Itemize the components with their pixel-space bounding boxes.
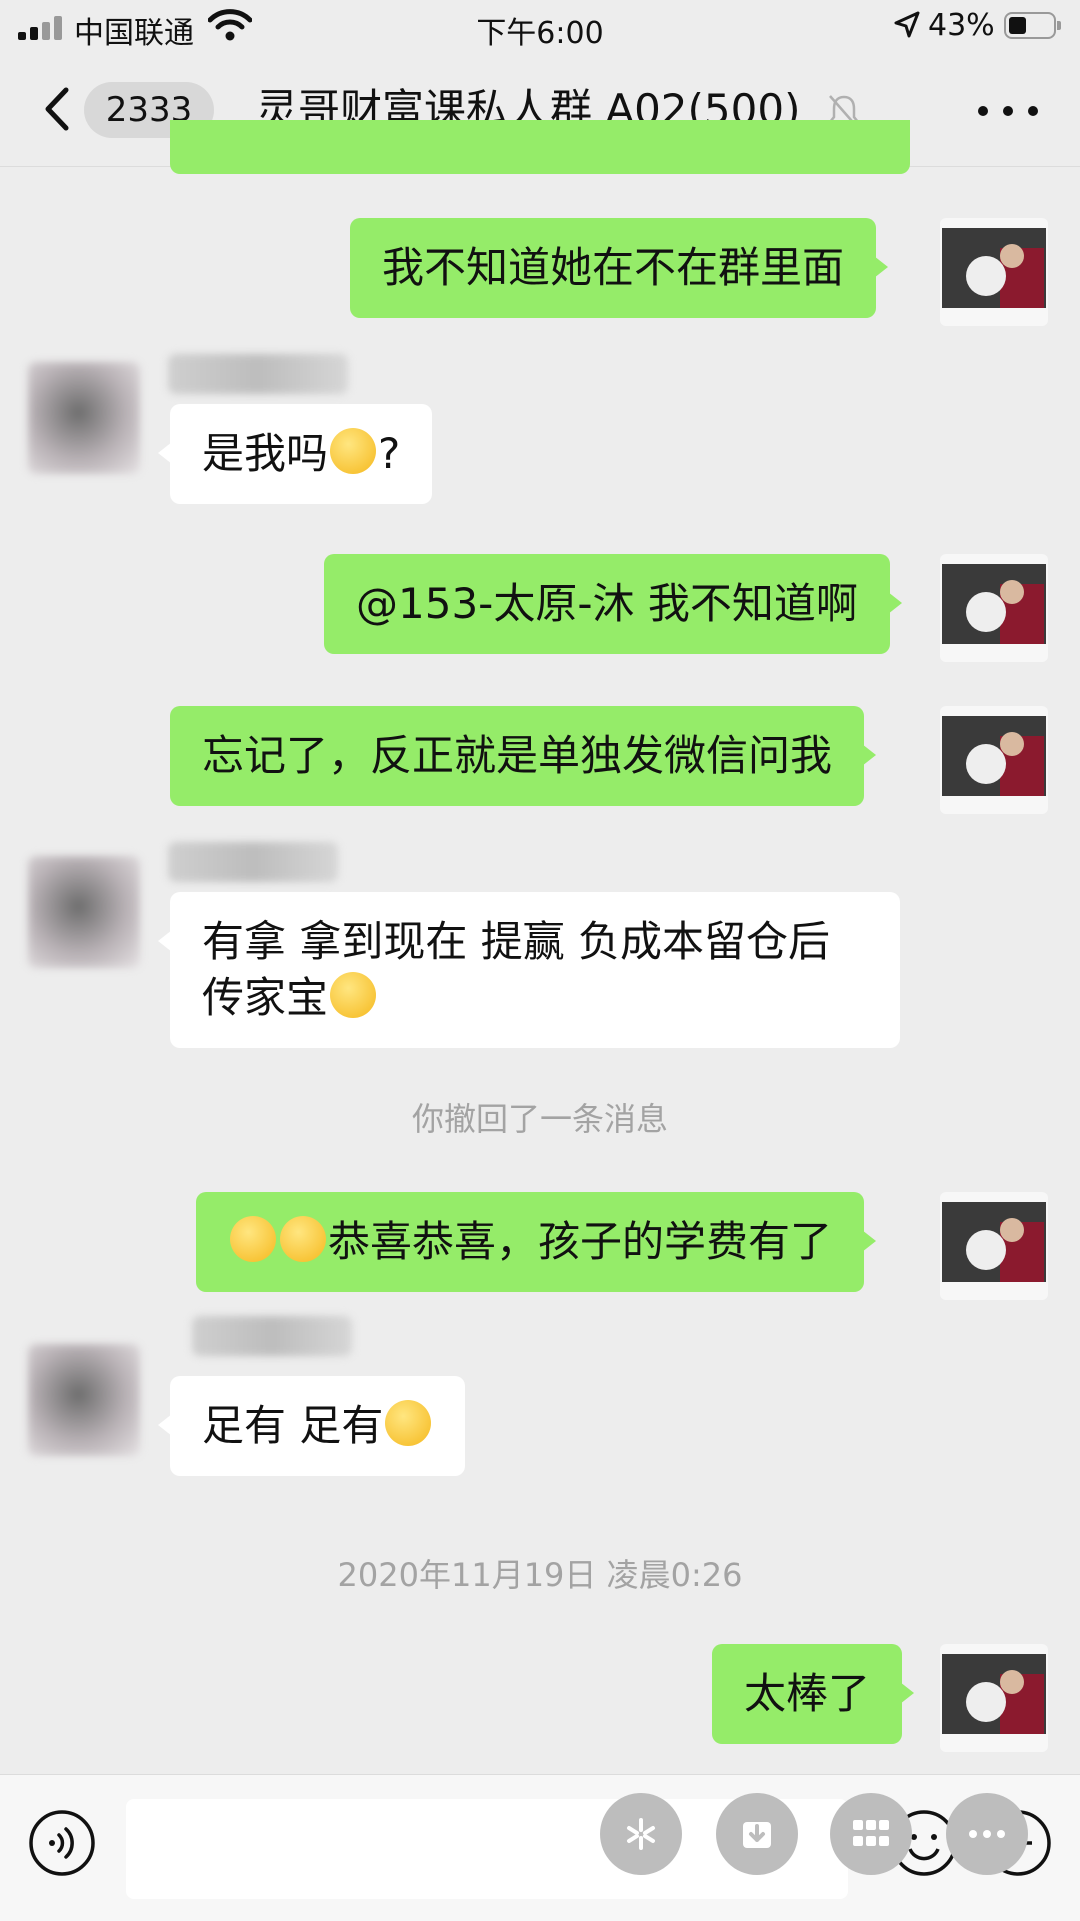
message-text-line: 有拿 拿到现在 提赢 负成本留仓后 [202,917,831,966]
avatar-member[interactable] [28,856,140,968]
grid-icon [853,1820,889,1846]
message-bubble-sent[interactable]: 我不知道她在不在群里面 [350,218,889,318]
message-bubble-received[interactable]: 有拿 拿到现在 提赢 负成本留仓后 传家宝 [158,892,900,1048]
message-bubble-sent[interactable]: 恭喜恭喜，孩子的学费有了 [196,1192,877,1292]
avatar-self[interactable] [940,1644,1048,1752]
grin-emoji-icon [330,428,377,474]
more-dots-icon [969,1830,1005,1838]
message-text: 是我吗 [202,429,329,478]
avatar-self[interactable] [940,554,1048,662]
recall-notice: 你撤回了一条消息 [411,1100,668,1138]
battery-percent: 43% [928,8,995,43]
facepalm-emoji-icon [330,972,377,1018]
input-bar [0,1774,1080,1921]
message-bubble-sent[interactable]: 忘记了，反正就是单独发微信问我 [170,706,877,806]
location-arrow-icon [894,11,920,38]
thinking-emoji-icon [230,1216,276,1262]
sender-name-blurred [168,354,348,394]
message-bubble-received[interactable]: 足有 足有 [157,1376,466,1476]
sender-name-blurred [192,1316,352,1356]
download-icon [743,1822,771,1848]
message-text-suffix: ? [378,429,401,478]
avatar-self[interactable] [940,1192,1048,1300]
avatar-member[interactable] [28,1344,140,1456]
message-bubble-received[interactable]: 是我吗? [157,404,433,504]
avatar-member[interactable] [28,362,140,474]
message-bubble-sent[interactable]: @153-太原-沐 我不知道啊 [324,554,902,654]
status-bar: 中国联通 下午6:00 43% [0,0,1080,54]
sender-name-blurred [168,842,338,882]
avatar-self[interactable] [940,706,1048,814]
message-bubble-sent[interactable]: 太棒了 [712,1644,915,1744]
floating-more-button[interactable] [946,1793,1028,1875]
floating-download-button[interactable] [716,1793,798,1875]
sparkle-icon [627,1818,655,1850]
message-bubble-partial [170,120,910,174]
message-timestamp: 2020年11月19日 凌晨0:26 [337,1556,743,1594]
voice-icon[interactable] [28,1809,96,1877]
message-text: 足有 足有 [202,1401,384,1450]
chevron-left-icon[interactable] [38,84,78,134]
battery-icon [1004,12,1061,39]
tears-of-joy-emoji-icon [385,1400,432,1446]
message-text-line: 传家宝 [202,973,329,1022]
floating-grid-button[interactable] [830,1793,912,1875]
message-text: 恭喜恭喜，孩子的学费有了 [328,1217,833,1266]
avatar-self[interactable] [940,218,1048,326]
more-dots-icon[interactable] [978,104,1038,118]
floating-sparkle-button[interactable] [600,1793,682,1875]
thinking-emoji-icon [280,1216,326,1262]
